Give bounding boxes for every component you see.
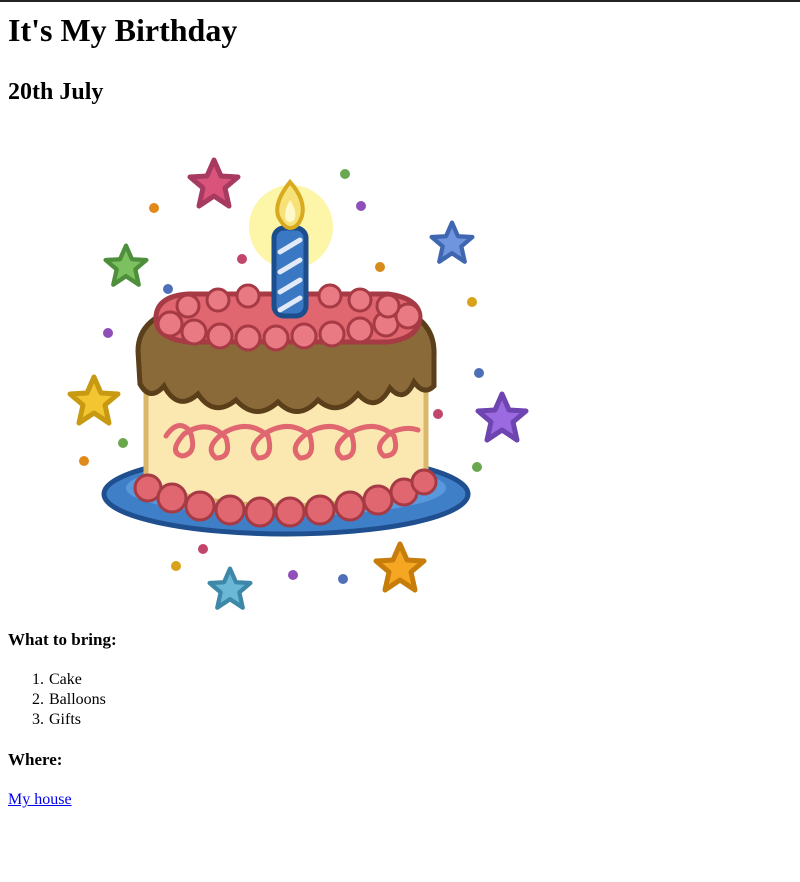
where-heading: Where: (8, 750, 63, 769)
birthday-cake-icon (67, 157, 529, 610)
location-paragraph: My house (8, 790, 792, 810)
bring-list: Cake Balloons Gifts (8, 670, 792, 730)
event-date: 20th July (8, 79, 104, 105)
location-link[interactable]: My house (8, 791, 72, 808)
list-item: Balloons (48, 690, 792, 710)
bring-heading: What to bring: (8, 630, 117, 649)
page-title: It's My Birthday (8, 12, 238, 48)
birthday-cake-image (58, 156, 538, 616)
list-item: Gifts (48, 710, 792, 730)
list-item: Cake (48, 670, 792, 690)
page-content: It's My Birthday 20th July What to bring… (0, 12, 800, 810)
